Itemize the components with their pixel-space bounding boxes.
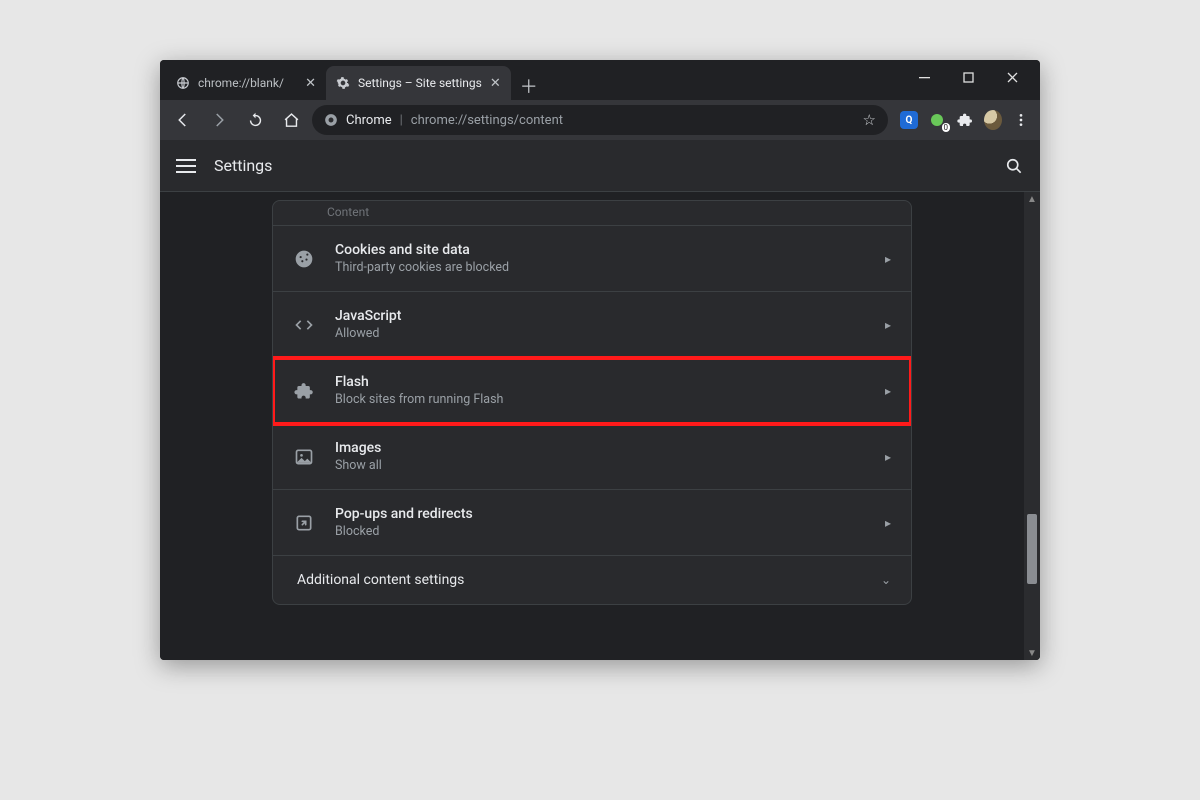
row-title: Additional content settings: [297, 572, 464, 588]
window-controls: [902, 62, 1034, 92]
reload-button[interactable]: [240, 105, 270, 135]
tab-strip: chrome://blank/ ✕ Settings – Site settin…: [166, 66, 902, 100]
puzzle-icon: [293, 380, 315, 402]
scrollbar[interactable]: ▲ ▼: [1024, 192, 1040, 660]
search-button[interactable]: [1004, 156, 1024, 176]
chevron-down-icon: ⌄: [881, 573, 891, 587]
scroll-down-icon[interactable]: ▼: [1024, 646, 1040, 660]
omnibox[interactable]: Chrome | chrome://settings/content ☆: [312, 105, 888, 135]
tab-settings[interactable]: Settings – Site settings ✕: [326, 66, 511, 100]
row-title: Images: [335, 440, 865, 456]
close-icon[interactable]: ✕: [305, 76, 316, 91]
tab-title: Settings – Site settings: [358, 76, 482, 90]
row-subtitle: Blocked: [335, 524, 865, 539]
row-title: Cookies and site data: [335, 242, 865, 258]
page-title: Settings: [214, 156, 272, 175]
settings-appbar: Settings: [160, 140, 1040, 192]
close-button[interactable]: [990, 62, 1034, 92]
profile-avatar[interactable]: [984, 111, 1002, 129]
row-subtitle: Show all: [335, 458, 865, 473]
globe-icon: [176, 76, 190, 90]
extension-icons: Q 0: [894, 111, 1032, 129]
browser-window: chrome://blank/ ✕ Settings – Site settin…: [160, 60, 1040, 660]
row-subtitle: Allowed: [335, 326, 865, 341]
toolbar: Chrome | chrome://settings/content ☆ Q 0: [160, 100, 1040, 140]
row-subtitle: Third-party cookies are blocked: [335, 260, 865, 275]
extension-icon[interactable]: Q: [900, 111, 918, 129]
row-additional-content-settings[interactable]: Additional content settings ⌄: [273, 556, 911, 604]
row-title: Flash: [335, 374, 865, 390]
section-label: Content: [273, 201, 911, 226]
chevron-right-icon: ▸: [885, 252, 891, 266]
chevron-right-icon: ▸: [885, 450, 891, 464]
row-subtitle: Block sites from running Flash: [335, 392, 865, 407]
code-icon: [293, 314, 315, 336]
row-javascript[interactable]: JavaScript Allowed ▸: [273, 292, 911, 358]
chevron-right-icon: ▸: [885, 384, 891, 398]
scrollbar-track[interactable]: [1027, 206, 1037, 646]
omnibox-separator: |: [400, 113, 403, 128]
tab-title: chrome://blank/: [198, 76, 297, 90]
scroll-up-icon[interactable]: ▲: [1024, 192, 1040, 206]
row-flash[interactable]: Flash Block sites from running Flash ▸: [273, 358, 911, 424]
chrome-icon: [324, 113, 338, 127]
close-icon[interactable]: ✕: [490, 76, 501, 91]
row-cookies[interactable]: Cookies and site data Third-party cookie…: [273, 226, 911, 292]
extension-icon[interactable]: 0: [928, 111, 946, 129]
hamburger-menu-button[interactable]: [176, 159, 196, 173]
row-title: Pop-ups and redirects: [335, 506, 865, 522]
forward-button[interactable]: [204, 105, 234, 135]
home-button[interactable]: [276, 105, 306, 135]
extensions-puzzle-icon[interactable]: [956, 111, 974, 129]
maximize-button[interactable]: [946, 62, 990, 92]
row-popups[interactable]: Pop-ups and redirects Blocked ▸: [273, 490, 911, 556]
chevron-right-icon: ▸: [885, 516, 891, 530]
minimize-button[interactable]: [902, 62, 946, 92]
scrollbar-thumb[interactable]: [1027, 514, 1037, 584]
gear-icon: [336, 76, 350, 90]
back-button[interactable]: [168, 105, 198, 135]
content-scroll: Content Cookies and site data Third-part…: [160, 192, 1024, 660]
bookmark-star-icon[interactable]: ☆: [863, 111, 876, 129]
menu-button[interactable]: [1012, 111, 1030, 129]
tab-blank[interactable]: chrome://blank/ ✕: [166, 66, 326, 100]
cookie-icon: [293, 248, 315, 270]
image-icon: [293, 446, 315, 468]
popup-icon: [293, 512, 315, 534]
new-tab-button[interactable]: ＋: [515, 72, 543, 100]
titlebar: chrome://blank/ ✕ Settings – Site settin…: [160, 60, 1040, 100]
settings-panel: Content Cookies and site data Third-part…: [272, 200, 912, 605]
content-area: Content Cookies and site data Third-part…: [160, 192, 1040, 660]
omnibox-url: chrome://settings/content: [411, 113, 563, 128]
row-images[interactable]: Images Show all ▸: [273, 424, 911, 490]
omnibox-site-label: Chrome: [346, 113, 392, 128]
row-title: JavaScript: [335, 308, 865, 324]
chevron-right-icon: ▸: [885, 318, 891, 332]
